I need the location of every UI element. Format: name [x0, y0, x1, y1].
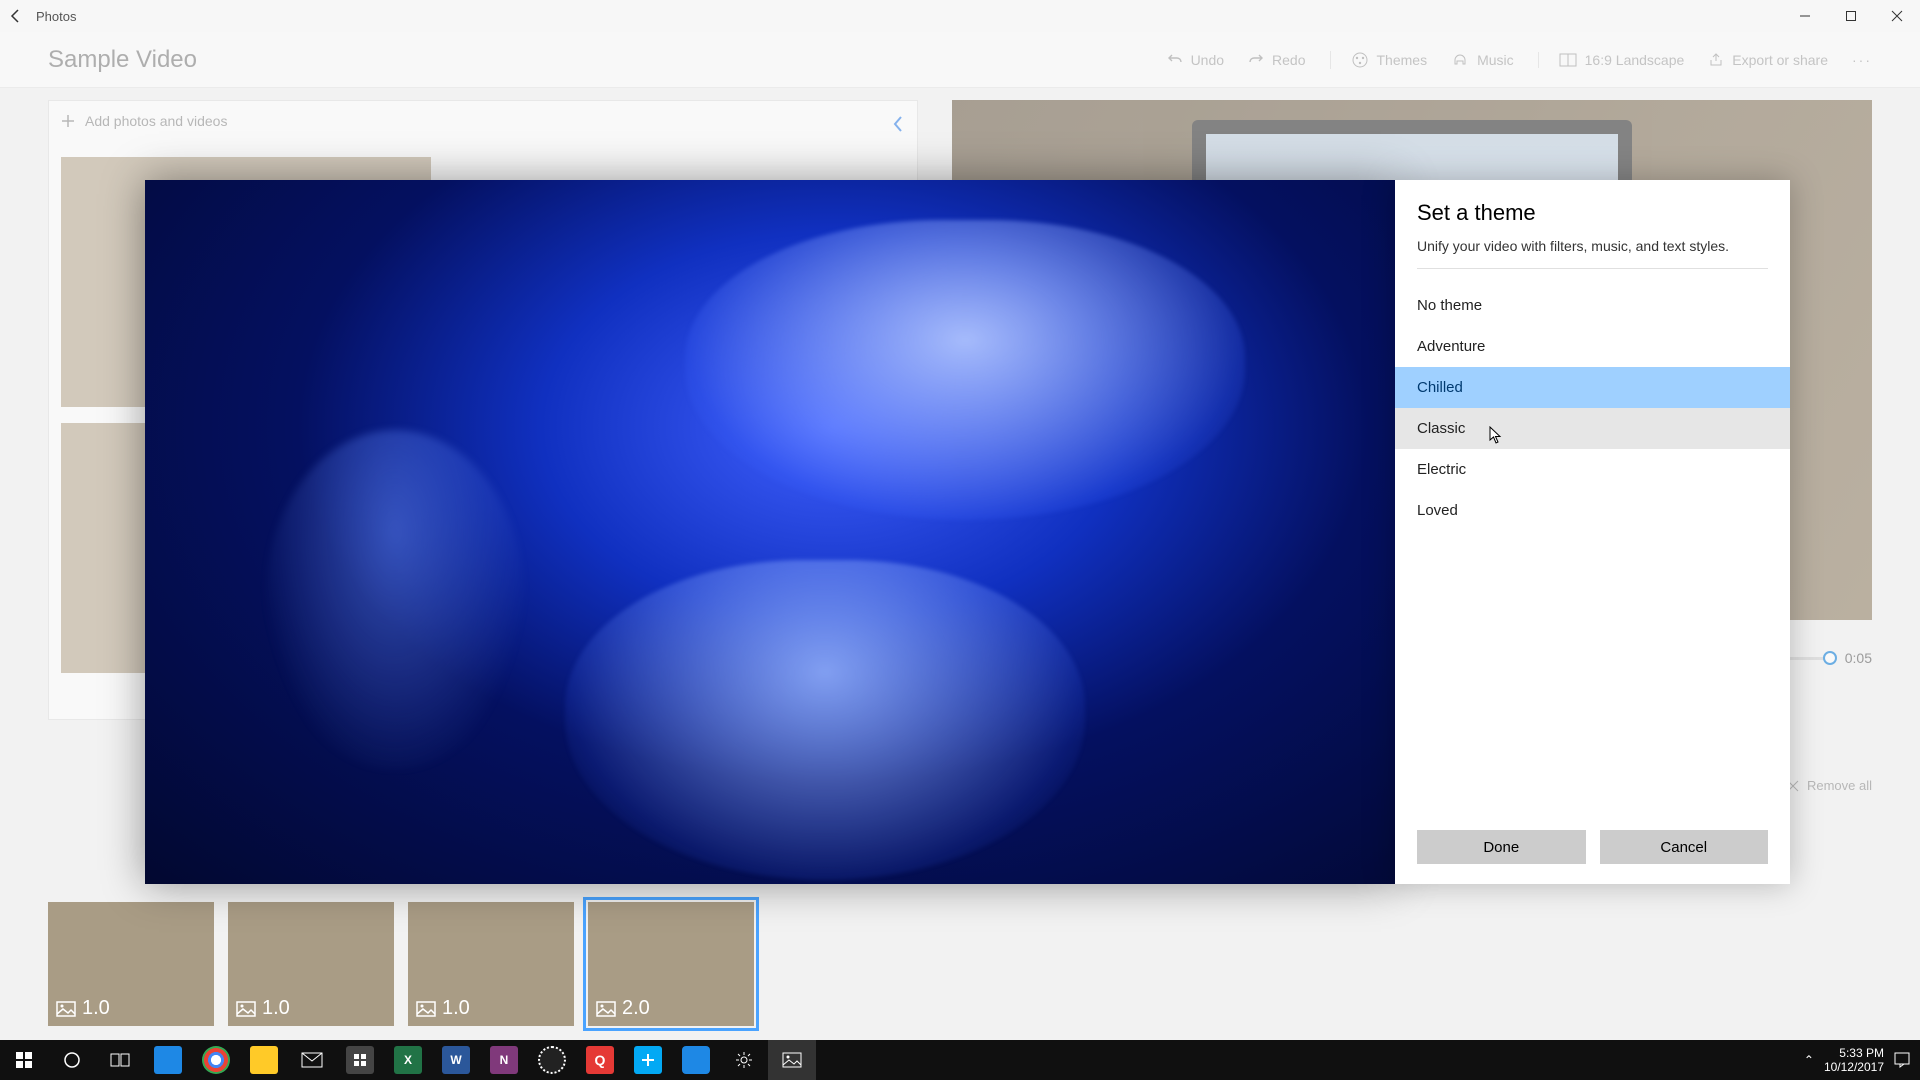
edge-icon[interactable] [672, 1040, 720, 1080]
store-icon[interactable] [336, 1040, 384, 1080]
toolbar: Undo Redo Themes Music 16:9 Landscape Ex… [1167, 51, 1872, 69]
time: 5:33 PM [1824, 1046, 1884, 1060]
redo-label: Redo [1272, 52, 1305, 68]
excel-icon[interactable]: X [384, 1040, 432, 1080]
clip-duration: 1.0 [56, 997, 110, 1020]
theme-option-chilled[interactable]: Chilled [1395, 367, 1790, 408]
storyboard-clip[interactable]: 1.0 [48, 902, 214, 1026]
theme-option-electric[interactable]: Electric [1395, 449, 1790, 490]
cortana-button[interactable] [48, 1040, 96, 1080]
onenote-icon[interactable]: N [480, 1040, 528, 1080]
image-icon [416, 1001, 436, 1017]
word-icon[interactable]: W [432, 1040, 480, 1080]
timeline-handle[interactable] [1823, 651, 1837, 665]
undo-button[interactable]: Undo [1167, 52, 1224, 68]
task-view-button[interactable] [96, 1040, 144, 1080]
close-button[interactable] [1874, 0, 1920, 32]
explorer-icon[interactable] [240, 1040, 288, 1080]
export-button[interactable]: Export or share [1708, 52, 1828, 68]
app-icon[interactable] [528, 1040, 576, 1080]
clock[interactable]: 5:33 PM 10/12/2017 [1824, 1046, 1884, 1075]
theme-option-classic[interactable]: Classic [1395, 408, 1790, 449]
settings-icon[interactable] [720, 1040, 768, 1080]
action-center-icon[interactable] [1894, 1052, 1910, 1068]
mail-icon[interactable] [288, 1040, 336, 1080]
chrome-icon[interactable] [192, 1040, 240, 1080]
done-button[interactable]: Done [1417, 830, 1586, 864]
end-time: 0:05 [1845, 650, 1872, 666]
header-bar: Sample Video Undo Redo Themes Music 16:9… [0, 32, 1920, 88]
redo-button[interactable]: Redo [1248, 52, 1305, 68]
themes-label: Themes [1377, 52, 1428, 68]
date: 10/12/2017 [1824, 1060, 1884, 1074]
image-icon [596, 1001, 616, 1017]
more-button[interactable]: ··· [1852, 52, 1872, 68]
music-label: Music [1477, 52, 1514, 68]
taskbar: X W N Q ⌃ 5:33 PM 10/12/2017 [0, 1040, 1920, 1080]
back-button[interactable] [8, 8, 24, 24]
theme-dialog-subtitle: Unify your video with filters, music, an… [1417, 238, 1768, 269]
clip-duration: 2.0 [596, 997, 650, 1020]
music-button[interactable]: Music [1451, 51, 1514, 69]
aspect-button[interactable]: 16:9 Landscape [1538, 52, 1685, 68]
image-icon [236, 1001, 256, 1017]
theme-dialog: Set a theme Unify your video with filter… [1395, 180, 1790, 884]
add-media-label: Add photos and videos [85, 113, 227, 129]
app-icon[interactable]: Q [576, 1040, 624, 1080]
app-icon[interactable] [624, 1040, 672, 1080]
collapse-panel-icon[interactable] [891, 115, 905, 133]
start-button[interactable] [0, 1040, 48, 1080]
minimize-button[interactable] [1782, 0, 1828, 32]
export-label: Export or share [1732, 52, 1828, 68]
photos-app-icon[interactable] [768, 1040, 816, 1080]
storyboard-clip[interactable]: 1.0 [228, 902, 394, 1026]
theme-dialog-title: Set a theme [1417, 200, 1768, 226]
window-controls [1782, 0, 1920, 32]
remove-all-label: Remove all [1807, 778, 1872, 793]
maximize-button[interactable] [1828, 0, 1874, 32]
add-media-button[interactable]: Add photos and videos [49, 101, 917, 141]
themes-button[interactable]: Themes [1330, 51, 1428, 69]
storyboard: 1.0 1.0 1.0 2.0 [48, 902, 754, 1026]
cancel-button[interactable]: Cancel [1600, 830, 1769, 864]
storyboard-clip[interactable]: 2.0 [588, 902, 754, 1026]
theme-option-no-theme[interactable]: No theme [1395, 285, 1790, 326]
image-icon [56, 1001, 76, 1017]
clip-duration: 1.0 [236, 997, 290, 1020]
undo-label: Undo [1191, 52, 1224, 68]
remove-all-button[interactable]: Remove all [1787, 778, 1872, 793]
theme-list: No themeAdventureChilledClassicElectricL… [1395, 279, 1790, 531]
project-title: Sample Video [48, 46, 197, 74]
edge-icon[interactable] [144, 1040, 192, 1080]
system-tray[interactable]: ⌃ 5:33 PM 10/12/2017 [1804, 1046, 1920, 1075]
clip-duration: 1.0 [416, 997, 470, 1020]
title-bar: Photos [0, 0, 1920, 32]
theme-preview-image [145, 180, 1395, 884]
theme-option-adventure[interactable]: Adventure [1395, 326, 1790, 367]
theme-option-loved[interactable]: Loved [1395, 490, 1790, 531]
aspect-label: 16:9 Landscape [1585, 52, 1685, 68]
tray-chevron-icon[interactable]: ⌃ [1804, 1053, 1814, 1067]
storyboard-clip[interactable]: 1.0 [408, 902, 574, 1026]
app-name: Photos [36, 9, 76, 24]
